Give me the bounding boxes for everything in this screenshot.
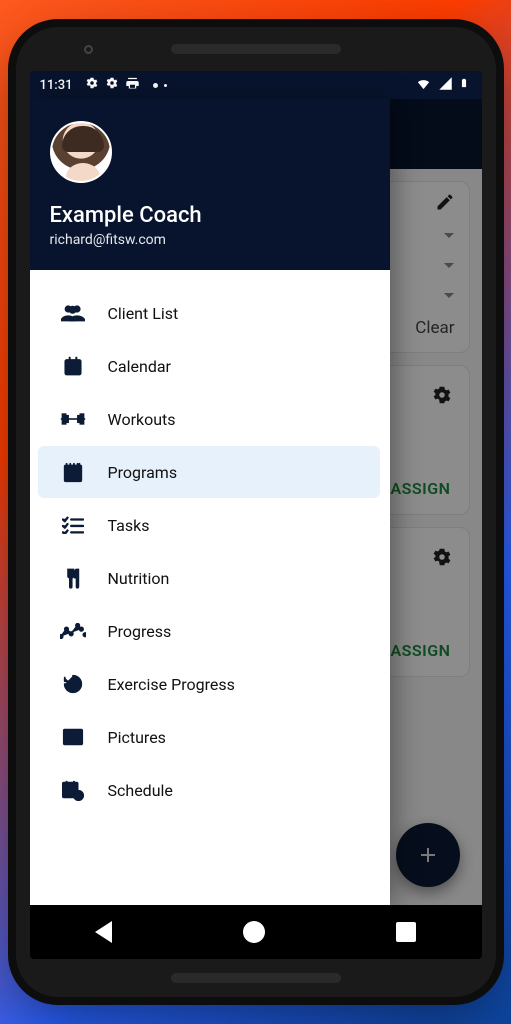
bottom-speaker bbox=[171, 973, 341, 983]
drawer-item-exercise-progress[interactable]: Exercise Progress bbox=[38, 658, 380, 710]
drawer-item-programs[interactable]: Programs bbox=[38, 446, 380, 498]
exercise-progress-icon bbox=[52, 673, 94, 695]
status-clock: 11:31 bbox=[40, 78, 73, 93]
drawer-item-calendar[interactable]: Calendar bbox=[38, 340, 380, 392]
drawer-item-client-list[interactable]: Client List bbox=[38, 287, 380, 339]
nutrition-icon bbox=[52, 567, 94, 589]
drawer-item-label: Schedule bbox=[108, 781, 173, 800]
wifi-icon bbox=[415, 76, 432, 95]
drawer-item-workouts[interactable]: Workouts bbox=[38, 393, 380, 445]
tasks-icon bbox=[52, 516, 94, 534]
system-nav-bar bbox=[30, 905, 482, 959]
profile-email: richard@fitsw.com bbox=[50, 232, 370, 248]
phone-frame: 11:31 bbox=[16, 27, 496, 997]
pictures-icon bbox=[52, 727, 94, 747]
battery-icon bbox=[459, 75, 469, 95]
screen: 11:31 bbox=[30, 71, 482, 959]
drawer-item-pictures[interactable]: Pictures bbox=[38, 711, 380, 763]
front-camera bbox=[84, 45, 93, 54]
avatar[interactable] bbox=[50, 121, 112, 183]
drawer-item-progress[interactable]: Progress bbox=[38, 605, 380, 657]
status-dot-small bbox=[164, 84, 167, 87]
drawer-item-schedule[interactable]: Schedule bbox=[38, 764, 380, 816]
print-icon bbox=[125, 76, 140, 95]
drawer-header: Example Coach richard@fitsw.com bbox=[30, 99, 390, 270]
drawer-item-nutrition[interactable]: Nutrition bbox=[38, 552, 380, 604]
signal-icon bbox=[438, 76, 453, 95]
profile-name: Example Coach bbox=[50, 203, 370, 228]
nav-back-button[interactable] bbox=[95, 921, 112, 943]
phone-bezel-bottom bbox=[16, 959, 496, 997]
calendar-icon bbox=[52, 355, 94, 377]
status-bar: 11:31 bbox=[30, 71, 482, 99]
drawer-item-tasks[interactable]: Tasks bbox=[38, 499, 380, 551]
workouts-icon bbox=[52, 411, 94, 427]
earpiece-speaker bbox=[171, 44, 341, 54]
nav-recent-button[interactable] bbox=[396, 922, 416, 942]
gear-icon bbox=[105, 76, 119, 94]
client-list-icon bbox=[52, 303, 94, 323]
drawer-item-label: Programs bbox=[108, 463, 178, 482]
nav-home-button[interactable] bbox=[243, 921, 265, 943]
drawer-item-label: Client List bbox=[108, 304, 179, 323]
drawer-item-label: Calendar bbox=[108, 357, 171, 376]
navigation-drawer: Example Coach richard@fitsw.com Client L… bbox=[30, 99, 390, 905]
drawer-item-label: Tasks bbox=[108, 516, 150, 535]
programs-icon bbox=[52, 461, 94, 483]
drawer-item-label: Workouts bbox=[108, 410, 176, 429]
gear-icon bbox=[85, 76, 99, 94]
drawer-list: Client List Calendar Workouts Programs Tasks… bbox=[30, 270, 390, 905]
progress-icon bbox=[52, 623, 94, 639]
drawer-item-label: Exercise Progress bbox=[108, 675, 235, 694]
drawer-item-label: Nutrition bbox=[108, 569, 170, 588]
drawer-item-label: Progress bbox=[108, 622, 172, 641]
schedule-icon bbox=[52, 779, 94, 801]
status-dot bbox=[153, 83, 158, 88]
drawer-item-label: Pictures bbox=[108, 728, 166, 747]
phone-bezel-top bbox=[16, 27, 496, 71]
